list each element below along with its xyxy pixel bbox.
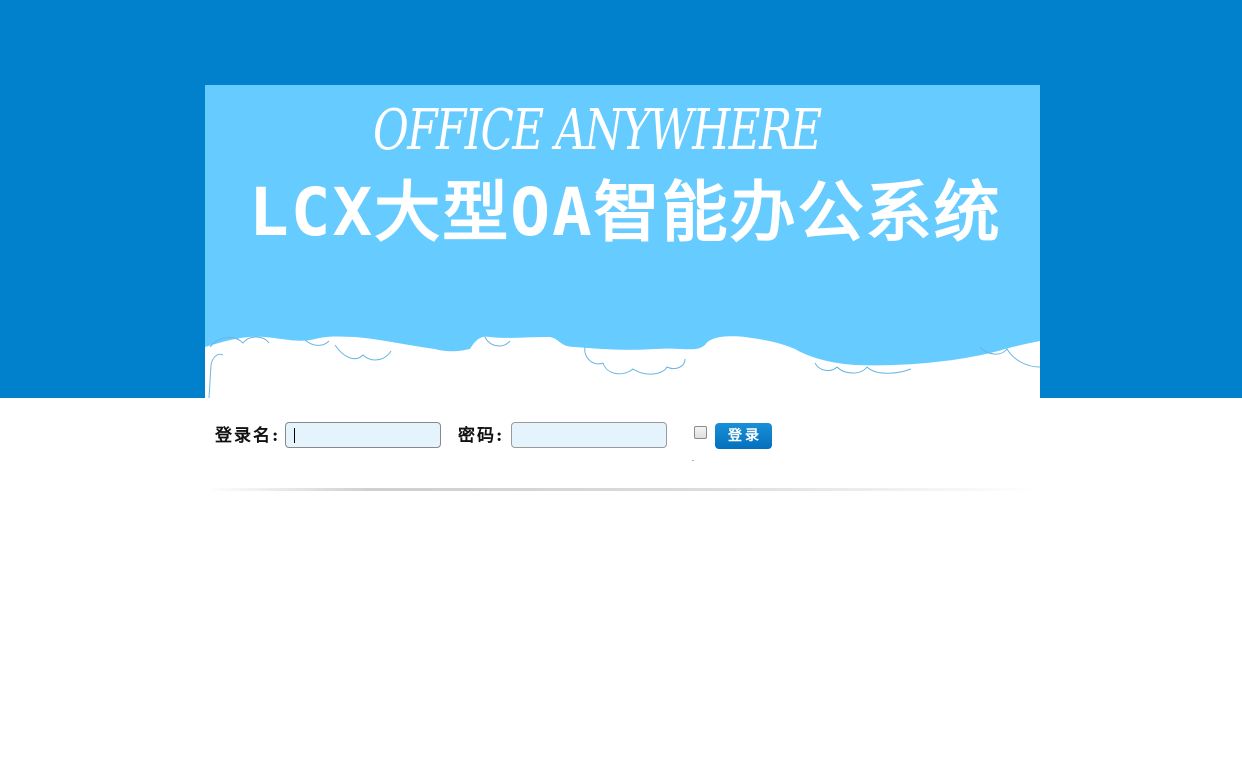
username-label: 登录名: (215, 426, 281, 446)
remember-checkbox[interactable] (694, 426, 707, 439)
banner-title: LCX大型OA智能办公系统 (249, 174, 1002, 251)
username-input[interactable] (285, 422, 441, 448)
banner: OFFICE ANYWHERE LCX大型OA智能办公系统 (205, 85, 1040, 398)
divider (205, 488, 1040, 491)
decorative-dot (692, 460, 694, 461)
text-cursor (294, 428, 295, 443)
banner-subtitle: OFFICE ANYWHERE (373, 98, 822, 163)
password-label: 密码: (458, 426, 505, 446)
password-input[interactable] (511, 422, 667, 448)
login-button[interactable]: 登录 (715, 423, 772, 449)
login-form: 登录名: 密码: 登录 (215, 422, 1045, 452)
